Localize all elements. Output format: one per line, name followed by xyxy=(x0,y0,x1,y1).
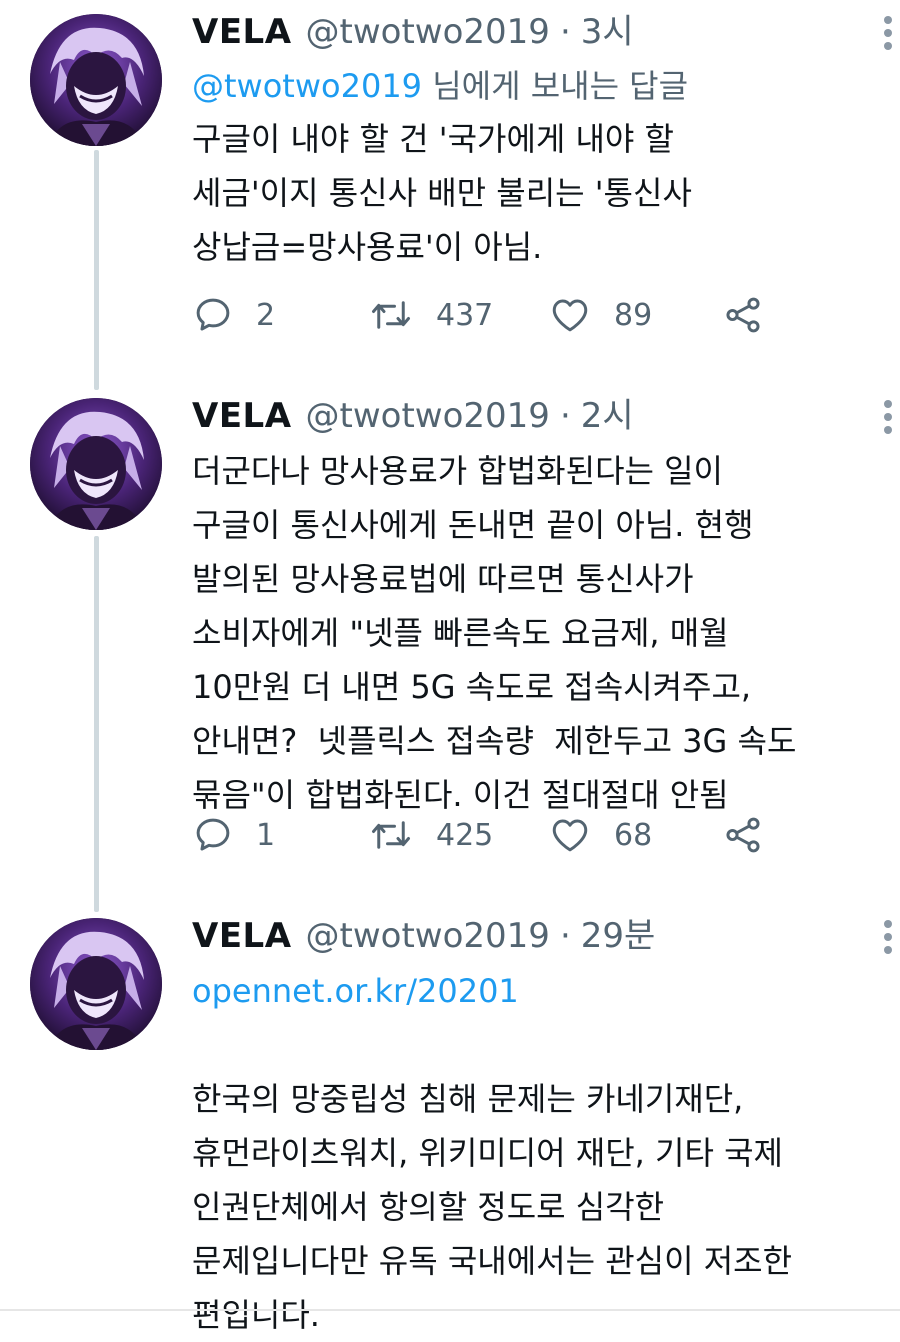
more-options-icon[interactable] xyxy=(883,400,893,434)
tweet-header: VELA @twotwo2019 · 3시 xyxy=(192,4,872,60)
like-count: 68 xyxy=(614,817,653,853)
blank-line-spacer xyxy=(192,1018,872,1072)
separator-dot: · xyxy=(559,916,571,956)
tweet-timestamp[interactable]: 29분 xyxy=(581,908,656,964)
speech-bubble-icon xyxy=(196,298,230,331)
tweet-text: 더군다나 망사용료가 합법화된다는 일이 구글이 통신사에게 돈내면 끝이 아님… xyxy=(192,452,797,814)
tweet-link[interactable]: opennet.or.kr/20201 xyxy=(192,964,872,1018)
reply-button[interactable]: 1 xyxy=(192,810,275,860)
retweet-button[interactable]: 437 xyxy=(368,290,493,340)
tweet[interactable]: VELA @twotwo2019 · 3시 @twotwo2019 님에게 보내… xyxy=(0,4,900,384)
like-count: 89 xyxy=(614,297,653,333)
speech-bubble-icon xyxy=(196,818,230,851)
reply-context: @twotwo2019 님에게 보내는 답글 xyxy=(192,60,872,112)
tweet[interactable]: VELA @twotwo2019 · 2시 더군다나 망사용료가 합법화된다는 … xyxy=(0,388,900,898)
tweet[interactable]: VELA @twotwo2019 · 29분 opennet.or.kr/202… xyxy=(0,908,900,1334)
author-name[interactable]: VELA xyxy=(192,4,292,60)
retweet-count: 437 xyxy=(436,297,494,333)
share-button[interactable] xyxy=(722,810,764,860)
author-name[interactable]: VELA xyxy=(192,908,292,964)
retweet-arrows-icon xyxy=(372,821,410,849)
reply-count: 2 xyxy=(256,297,276,333)
avatar[interactable] xyxy=(30,14,162,146)
retweet-count: 425 xyxy=(436,817,494,853)
more-options-icon[interactable] xyxy=(883,920,893,954)
avatar-image xyxy=(30,918,162,1050)
retweet-arrows-icon xyxy=(372,301,410,329)
like-button[interactable]: 89 xyxy=(548,290,652,340)
separator-dot: · xyxy=(559,12,571,52)
avatar[interactable] xyxy=(30,918,162,1050)
reply-context-label: 님에게 보내는 답글 xyxy=(422,67,689,105)
share-button[interactable] xyxy=(722,290,764,340)
like-button[interactable]: 68 xyxy=(548,810,652,860)
reply-mention-link[interactable]: @twotwo2019 xyxy=(192,67,422,105)
tweet-content: VELA @twotwo2019 · 2시 더군다나 망사용료가 합법화된다는 … xyxy=(192,388,892,822)
retweet-button[interactable]: 425 xyxy=(368,810,493,860)
avatar-image xyxy=(30,14,162,146)
heart-icon xyxy=(552,299,588,332)
separator-dot: · xyxy=(559,396,571,436)
share-nodes-icon xyxy=(726,297,760,333)
author-handle[interactable]: @twotwo2019 xyxy=(306,388,550,444)
tweet-actions: 1 425 68 xyxy=(192,810,792,860)
avatar-image xyxy=(30,398,162,530)
tweet-timestamp[interactable]: 2시 xyxy=(581,388,634,444)
author-name[interactable]: VELA xyxy=(192,388,292,444)
avatar[interactable] xyxy=(30,398,162,530)
tweet-timestamp[interactable]: 3시 xyxy=(581,4,634,60)
tweet-text: 한국의 망중립성 침해 문제는 카네기재단, 휴먼라이츠워치, 위키미디어 재단… xyxy=(192,1080,793,1334)
author-handle[interactable]: @twotwo2019 xyxy=(306,908,550,964)
tweet-text: 구글이 내야 할 건 '국가에게 내야 할 세금'이지 통신사 배만 불리는 '… xyxy=(192,120,692,266)
more-options-icon[interactable] xyxy=(883,16,893,50)
author-handle[interactable]: @twotwo2019 xyxy=(306,4,550,60)
share-nodes-icon xyxy=(726,817,760,853)
heart-icon xyxy=(552,819,588,852)
reply-count: 1 xyxy=(256,817,276,853)
tweet-content: VELA @twotwo2019 · 3시 @twotwo2019 님에게 보내… xyxy=(192,4,892,274)
tweet-content: VELA @twotwo2019 · 29분 opennet.or.kr/202… xyxy=(192,908,892,1342)
tweet-actions: 2 437 89 xyxy=(192,290,792,340)
reply-button[interactable]: 2 xyxy=(192,290,275,340)
tweet-header: VELA @twotwo2019 · 2시 xyxy=(192,388,872,444)
tweet-header: VELA @twotwo2019 · 29분 xyxy=(192,908,872,964)
